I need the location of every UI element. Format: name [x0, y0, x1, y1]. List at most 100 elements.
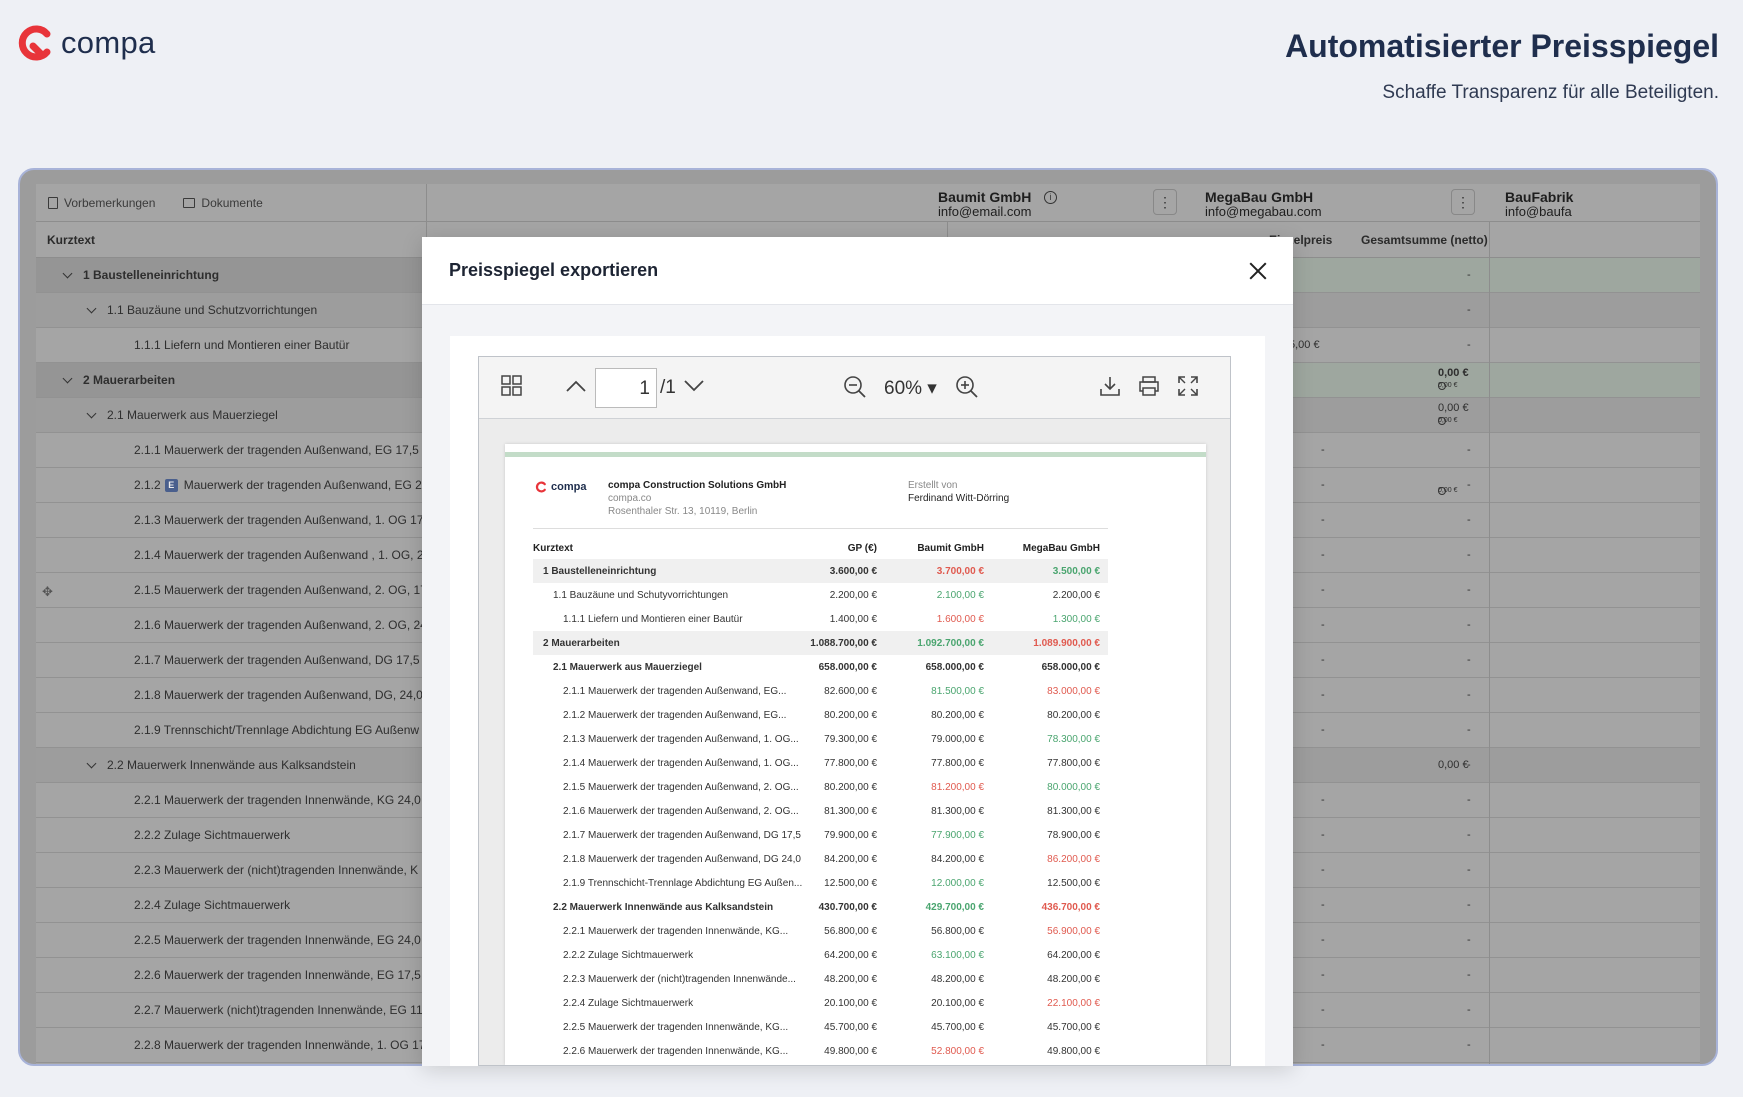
tree-row[interactable]: 2.1.7 Mauerwerk der tragenden Außenwand,… — [36, 643, 426, 678]
chevron-up-icon[interactable] — [565, 379, 587, 393]
tree-row[interactable]: 1 Baustelleneinrichtung — [36, 258, 426, 293]
tree-row[interactable]: 2.1.1 Mauerwerk der tragenden Außenwand,… — [36, 433, 426, 468]
close-icon[interactable] — [1247, 260, 1269, 282]
chevron-down-icon[interactable] — [62, 373, 73, 383]
tree-row[interactable]: 2.2.2 Zulage Sichtmauerwerk — [36, 818, 426, 853]
gesamtsumme-value: - — [1467, 619, 1471, 631]
tree-row[interactable]: 2.1.3 Mauerwerk der tragenden Außenwand,… — [36, 503, 426, 538]
chevron-down-icon[interactable] — [62, 268, 73, 278]
chevron-down-icon[interactable] — [86, 303, 97, 313]
baumit-value: 2.100,00 € — [936, 590, 984, 601]
gp-value: 430.700,00 € — [818, 902, 877, 913]
megabau-value: 22.100,00 € — [1047, 998, 1100, 1009]
megabau-value: 78.900,00 € — [1047, 830, 1100, 841]
tree-row[interactable]: 2.2.1 Mauerwerk der tragenden Innenwände… — [36, 783, 426, 818]
fullscreen-icon[interactable] — [1177, 375, 1199, 397]
tree-row[interactable]: 2.2.7 Mauerwerk (nicht)tragenden Innenwä… — [36, 993, 426, 1028]
tree-row-label: 2.2.6 Mauerwerk der tragenden Innenwände… — [134, 968, 421, 982]
tree-row[interactable]: 1.1.1 Liefern und Montieren einer Bautür — [36, 328, 426, 363]
tree-row-label: 2.1.2 — [134, 478, 161, 492]
tree-row-label: 2.1.9 Trennschicht/Trennlage Abdichtung … — [134, 723, 420, 737]
table-row: 2.1.5 Mauerwerk der tragenden Außenwand,… — [533, 775, 1108, 799]
zoom-select[interactable]: 60% ▾ — [884, 377, 937, 400]
table-row: 2.1.1 Mauerwerk der tragenden Außenwand,… — [533, 679, 1108, 703]
baumit-value: - — [1321, 1004, 1325, 1016]
drag-handle-icon[interactable]: ✥ — [42, 584, 53, 600]
supplier-header-row: Baumit GmbH info@email.com i ⋮ MegaBau G… — [427, 184, 1700, 222]
time-estimate-value: 0,00 € — [1438, 417, 1458, 424]
zoom-value: 60% — [884, 378, 923, 399]
info-icon[interactable]: i — [1044, 191, 1057, 204]
table-row: 2 Mauerarbeiten 1.088.700,00 € 1.092.700,0… — [533, 631, 1108, 655]
created-by: Erstellt von Ferdinand Witt-Dörring — [908, 479, 1009, 505]
baumit-value: 45.700,00 € — [931, 1022, 984, 1033]
megabau-value: 77.800,00 € — [1047, 758, 1100, 769]
chevron-down-icon[interactable] — [86, 408, 97, 418]
baumit-value: 48.200,00 € — [931, 974, 984, 985]
logo-text: compa — [61, 25, 156, 60]
zoom-out-icon[interactable] — [843, 375, 867, 399]
megabau-value: 80.200,00 € — [1047, 710, 1100, 721]
megabau-value: 45.700,00 € — [1047, 1022, 1100, 1033]
tree-row[interactable]: 2.2.4 Zulage Sichtmauerwerk — [36, 888, 426, 923]
megabau-value: 56.900,00 € — [1047, 926, 1100, 937]
table-row: 2.1.3 Mauerwerk der tragenden Außenwand,… — [533, 727, 1108, 751]
time-estimate-value: 0,00 € — [1438, 382, 1458, 389]
tree-row-label: 2.1.5 Mauerwerk der tragenden Außenwand,… — [134, 583, 426, 597]
company-web: compa.co — [608, 493, 652, 504]
gesamtsumme-value: - — [1467, 724, 1471, 736]
vorbemerkungen-button[interactable]: Vorbemerkungen — [48, 196, 155, 210]
gesamtsumme-value: - — [1467, 479, 1471, 491]
tree-row-label: 2.1.7 Mauerwerk der tragenden Außenwand,… — [134, 653, 420, 667]
baumit-value: 3.700,00 € — [936, 566, 984, 577]
page-number-input[interactable]: 1 — [595, 368, 657, 408]
gp-value: 64.200,00 € — [824, 950, 877, 961]
row-label: 2.1.5 Mauerwerk der tragenden Außenwand,… — [563, 782, 799, 793]
position-tree-panel: Vorbemerkungen Dokumente Kurztext 1 Baus… — [36, 184, 427, 1064]
tree-row[interactable]: 2 Mauerarbeiten — [36, 363, 426, 398]
row-label: 1.1 Bauzäune und Schutyvorrichtungen — [553, 590, 729, 601]
tree-row[interactable]: 2.2.3 Mauerwerk der (nicht)tragenden Inn… — [36, 853, 426, 888]
table-row: 2.1 Mauerwerk aus Mauerziegel 658.000,00 … — [533, 655, 1108, 679]
tree-row[interactable]: 2.1.4 Mauerwerk der tragenden Außenwand … — [36, 538, 426, 573]
more-options-button[interactable]: ⋮ — [1451, 189, 1475, 215]
megabau-value: 658.000,00 € — [1041, 662, 1100, 673]
tree-row[interactable]: 2.2.8 Mauerwerk der tragenden Innenwände… — [36, 1028, 426, 1063]
more-options-button[interactable]: ⋮ — [1153, 189, 1177, 215]
tree-row[interactable]: 2.1.6 Mauerwerk der tragenden Außenwand,… — [36, 608, 426, 643]
baumit-value: 81.300,00 € — [931, 806, 984, 817]
gp-value: 3.600,00 € — [829, 566, 877, 577]
chevron-down-icon[interactable] — [86, 758, 97, 768]
tree-row[interactable]: ✥ 2.1.5 Mauerwerk der tragenden Außenwand… — [36, 573, 426, 608]
megabau-value: 3.500,00 € — [1052, 566, 1100, 577]
tree-row[interactable]: 2.2.5 Mauerwerk der tragenden Innenwände… — [36, 923, 426, 958]
megabau-value: 1.089.900,00 € — [1033, 638, 1100, 649]
gp-value: 20.100,00 € — [824, 998, 877, 1009]
gesamtsumme-value: - — [1467, 864, 1471, 876]
tree-row-label: 2.1 Mauerwerk aus Mauerziegel — [107, 408, 278, 422]
tree-row[interactable]: 2.1.9 Trennschicht/Trennlage Abdichtung … — [36, 713, 426, 748]
print-icon[interactable] — [1138, 375, 1160, 397]
tree-row[interactable]: 2.2.6 Mauerwerk der tragenden Innenwände… — [36, 958, 426, 993]
tree-row[interactable]: 2.1.8 Mauerwerk der tragenden Außenwand,… — [36, 678, 426, 713]
tree-row[interactable]: 1.1 Bauzäune und Schutzvorrichtungen — [36, 293, 426, 328]
baumit-value: - — [1321, 969, 1325, 981]
supplier-megabau: MegaBau GmbH info@megabau.com — [1205, 190, 1322, 219]
compa-logo-icon — [535, 481, 546, 493]
row-label: 2.1.2 Mauerwerk der tragenden Außenwand,… — [563, 710, 787, 721]
zoom-in-icon[interactable] — [955, 375, 979, 399]
company-info: compa Construction Solutions GmbH compa.… — [608, 479, 786, 518]
download-icon[interactable] — [1099, 375, 1121, 397]
supplier-email: info@megabau.com — [1205, 204, 1322, 219]
tree-row[interactable]: 2.1 Mauerwerk aus Mauerziegel — [36, 398, 426, 433]
tree-row[interactable]: 2.1.2 E Mauerwerk der tragenden Außenwand,… — [36, 468, 426, 503]
kurztext-column-header: Kurztext — [36, 222, 426, 258]
thumbnails-icon[interactable] — [501, 375, 523, 397]
tree-row-label: 2.1.3 Mauerwerk der tragenden Außenwand,… — [134, 513, 426, 527]
tree-row[interactable]: 2.2 Mauerwerk Innenwände aus Kalksandste… — [36, 748, 426, 783]
chevron-down-icon[interactable] — [683, 379, 705, 393]
row-label: 1.1.1 Liefern und Montieren einer Bautür — [563, 614, 743, 625]
tree-row-label-rest: Mauerwerk der tragenden Außenwand, EG 2 — [183, 478, 422, 492]
baumit-value: - — [1321, 549, 1325, 561]
dokumente-button[interactable]: Dokumente — [183, 196, 263, 210]
